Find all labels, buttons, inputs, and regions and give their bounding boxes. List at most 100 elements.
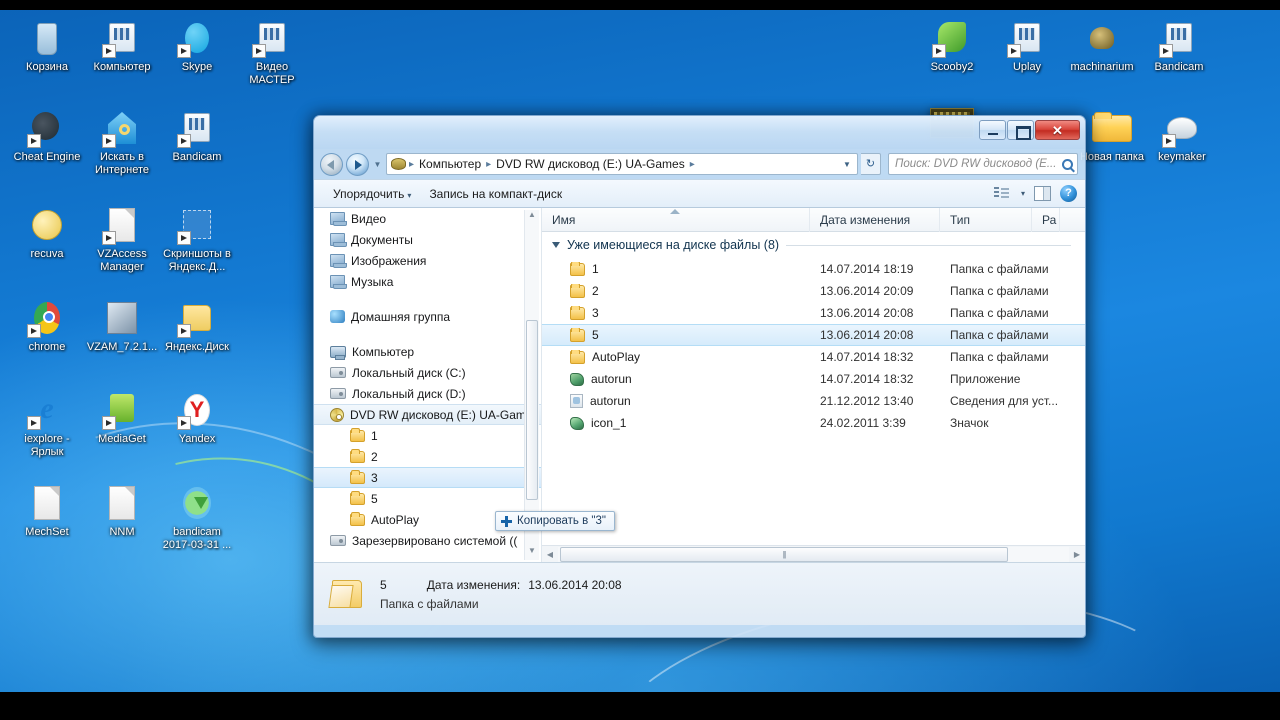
column-header-date[interactable]: Дата изменения	[810, 207, 940, 232]
nav-item-drive-icon[interactable]: Локальный диск (C:)	[314, 362, 541, 383]
desktop-icon-search-web-icon[interactable]: Искать в Интернете	[83, 108, 161, 176]
breadcrumb[interactable]: ▸ Компьютер ▸ DVD RW дисковод (E:) UA-Ga…	[386, 153, 858, 175]
table-row[interactable]: 3 13.06.2014 20:08 Папка с файлами	[542, 302, 1085, 324]
table-row[interactable]: icon_1 24.02.2011 3:39 Значок	[542, 412, 1085, 434]
scrollbar-thumb[interactable]	[560, 546, 1008, 562]
nav-item-label: 2	[371, 449, 378, 464]
file-name-label: AutoPlay	[592, 350, 641, 364]
shortcut-overlay-icon	[932, 44, 946, 58]
breadcrumb-item-computer[interactable]: Компьютер	[417, 157, 483, 171]
collapse-triangle-icon[interactable]	[552, 242, 560, 248]
nav-item-folder-icon[interactable]: 1	[314, 425, 541, 446]
recent-pages-dropdown-icon[interactable]: ▼	[372, 160, 383, 169]
close-button[interactable]: ✕	[1035, 120, 1080, 140]
chevron-down-icon[interactable]: ▾	[1021, 189, 1025, 198]
desktop-icon-label: chrome	[28, 341, 66, 353]
desktop-icon-chrome-icon[interactable]: chrome	[8, 298, 86, 354]
nav-item-video-library-icon[interactable]: Видео	[314, 208, 541, 229]
desktop-icon-keymaker-icon[interactable]: keymaker	[1143, 108, 1221, 164]
window-titlebar[interactable]: ✕	[314, 116, 1085, 149]
desktop-icon-internet-explorer-icon[interactable]: e iexplore - Ярлык	[8, 390, 86, 458]
scroll-up-icon[interactable]: ▲	[525, 210, 539, 224]
letterbox-bottom	[0, 692, 1280, 720]
column-header-size[interactable]: Ра	[1032, 207, 1060, 232]
table-row[interactable]: 5 13.06.2014 20:08 Папка с файлами	[542, 324, 1085, 346]
desktop-icon-uplay-icon[interactable]: Uplay	[988, 18, 1066, 74]
nav-item-drive-icon[interactable]: Локальный диск (D:)	[314, 383, 541, 404]
details-text: 5 Дата изменения: 13.06.2014 20:08 Папка…	[380, 578, 1071, 611]
search-input[interactable]: Поиск: DVD RW дисковод (E...	[888, 153, 1078, 175]
scroll-right-icon[interactable]: ▶	[1069, 550, 1085, 559]
maximize-button[interactable]	[1007, 120, 1034, 140]
group-header[interactable]: Уже имеющиеся на диске файлы (8)	[542, 232, 1085, 258]
nav-item-folder-icon[interactable]: 3	[314, 467, 541, 488]
table-row[interactable]: autorun 14.07.2014 18:32 Приложение	[542, 368, 1085, 390]
scrollbar-track[interactable]	[558, 546, 1069, 562]
desktop-icon-video-master-icon[interactable]: Видео МАСТЕР	[233, 18, 311, 86]
desktop-icon-skype-icon[interactable]: Skype	[158, 18, 236, 74]
desktop-icon-vzam-installer-icon[interactable]: VZAM_7.2.1...	[83, 298, 161, 354]
desktop-icon-yandex-screenshots-icon[interactable]: Скриншоты в Яндекс.Д...	[158, 205, 236, 273]
dvd-drive-icon	[391, 158, 406, 170]
desktop-icon-mediaget-icon[interactable]: MediaGet	[83, 390, 161, 446]
table-row[interactable]: 1 14.07.2014 18:19 Папка с файлами	[542, 258, 1085, 280]
nav-item-drive-icon[interactable]: Зарезервировано системой ((	[314, 530, 541, 551]
file-name-label: 5	[592, 328, 599, 342]
file-rows[interactable]: Уже имеющиеся на диске файлы (8) 1 14.07.…	[542, 232, 1085, 545]
nav-item-label: 3	[371, 470, 378, 485]
nav-item-homegroup-icon[interactable]: Домашняя группа	[314, 306, 541, 327]
desktop-icon-mechset-icon[interactable]: MechSet	[8, 483, 86, 539]
nav-item-dvd-drive-icon[interactable]: DVD RW дисковод (E:) UA-Gam	[314, 404, 541, 425]
help-icon[interactable]: ?	[1060, 185, 1077, 202]
desktop-icon-yandex-browser-icon[interactable]: Y Yandex	[158, 390, 236, 446]
table-row[interactable]: autorun 21.12.2012 13:40 Сведения для уст.…	[542, 390, 1085, 412]
scrollbar-thumb[interactable]	[526, 320, 538, 500]
preview-pane-icon[interactable]	[1034, 186, 1051, 201]
vzaccess-icon	[102, 205, 142, 245]
desktop-icon-recuva-icon[interactable]: recuva	[8, 205, 86, 261]
nav-item-music-library-icon[interactable]: Музыка	[314, 271, 541, 292]
navigation-scrollbar[interactable]: ▲ ▼	[524, 210, 539, 560]
desktop-icon-cheat-engine-icon[interactable]: Cheat Engine	[8, 108, 86, 164]
file-list-pane[interactable]: Имя Дата изменения Тип Ра Уже имеющиеся …	[542, 207, 1085, 562]
desktop-icon-label: keymaker	[1158, 151, 1206, 163]
desktop-icon-nnm-icon[interactable]: NNM	[83, 483, 161, 539]
nav-item-folder-icon[interactable]: 2	[314, 446, 541, 467]
close-icon: ✕	[1052, 123, 1063, 138]
desktop-icon-recycle-bin-icon[interactable]: Корзина	[8, 18, 86, 74]
desktop-icon-bandicam-video-icon[interactable]: bandicam 2017-03-31 ...	[158, 483, 236, 551]
table-row[interactable]: AutoPlay 14.07.2014 18:32 Папка с файлами	[542, 346, 1085, 368]
scroll-left-icon[interactable]: ◀	[542, 550, 558, 559]
change-view-icon[interactable]	[993, 187, 1009, 200]
desktop-icon-yandex-disk-icon[interactable]: Яндекс.Диск	[158, 298, 236, 354]
desktop-icon-label: Корзина	[26, 61, 68, 73]
forward-button[interactable]	[346, 152, 369, 176]
burn-to-disc-button[interactable]: Запись на компакт-диск	[420, 184, 571, 204]
desktop-icon-vzaccess-icon[interactable]: VZAccess Manager	[83, 205, 161, 273]
desktop-icon-bandicam-icon[interactable]: Bandicam	[1140, 18, 1218, 74]
desktop-icon-scooby2-icon[interactable]: Scooby2	[913, 18, 991, 74]
nav-item-pictures-library-icon[interactable]: Изображения	[314, 250, 541, 271]
desktop-icon-machinarium-icon[interactable]: machinarium	[1063, 18, 1141, 74]
breadcrumb-item-dvd[interactable]: DVD RW дисковод (E:) UA-Games	[494, 157, 687, 171]
navigation-pane[interactable]: Видео Документы Изображения Музыка Домашняя …	[314, 208, 542, 562]
nav-item-folder-icon[interactable]: 5	[314, 488, 541, 509]
table-row[interactable]: 2 13.06.2014 20:09 Папка с файлами	[542, 280, 1085, 302]
breadcrumb-dropdown-icon[interactable]: ▼	[840, 160, 854, 169]
horizontal-scrollbar[interactable]: ◀ ▶	[542, 545, 1085, 562]
refresh-button[interactable]: ↻	[861, 153, 881, 175]
nav-item-computer-icon[interactable]: Компьютер	[314, 341, 541, 362]
internet-explorer-icon: e	[27, 390, 67, 430]
cell-name: 1	[542, 262, 810, 276]
nav-item-documents-library-icon[interactable]: Документы	[314, 229, 541, 250]
keymaker-icon	[1162, 108, 1202, 148]
minimize-button[interactable]	[979, 120, 1006, 140]
desktop-icon-bandicam-icon[interactable]: Bandicam	[158, 108, 236, 164]
search-placeholder: Поиск: DVD RW дисковод (E...	[895, 158, 1057, 170]
back-button[interactable]	[320, 152, 343, 176]
organize-button[interactable]: Упорядочить ▾	[324, 184, 420, 204]
column-header-type[interactable]: Тип	[940, 207, 1032, 232]
desktop-icon-computer-icon[interactable]: Компьютер	[83, 18, 161, 74]
scroll-down-icon[interactable]: ▼	[525, 546, 539, 560]
explorer-window[interactable]: ✕ ▼ ▸ Компьютер ▸ DVD RW дисковод (E:) U…	[313, 115, 1086, 638]
